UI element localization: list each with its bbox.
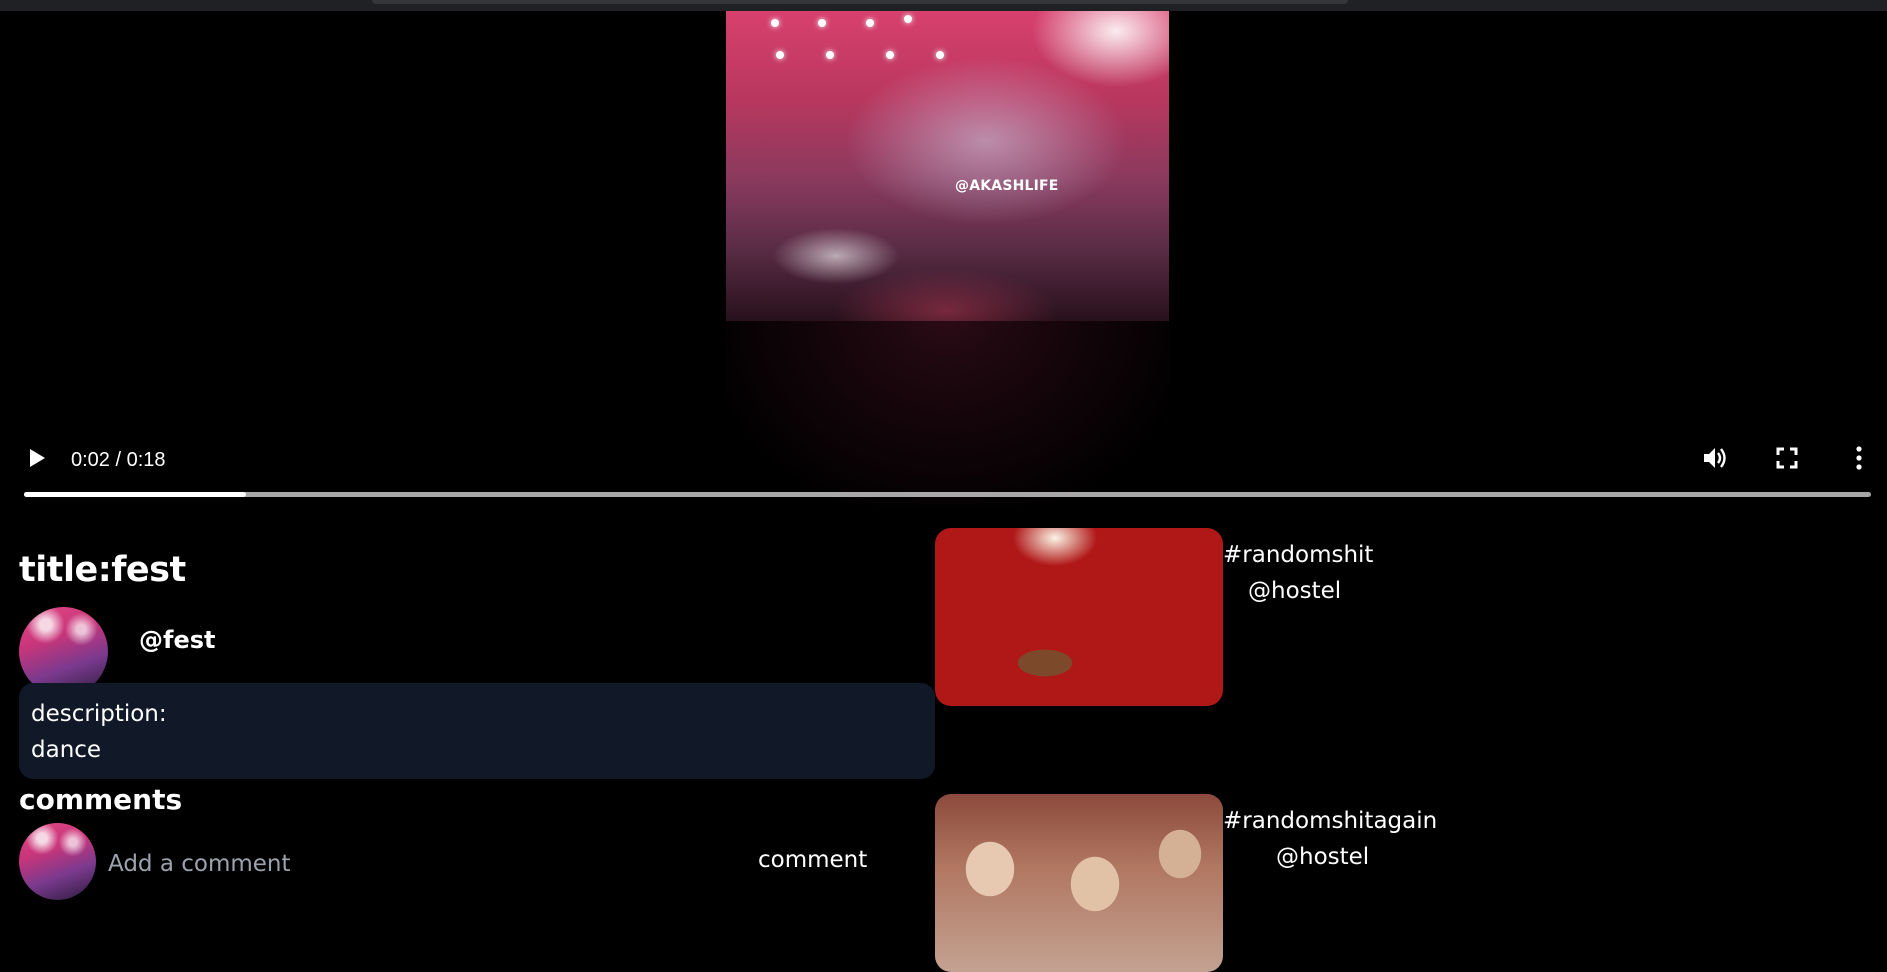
recommendation-thumbnail[interactable] bbox=[935, 794, 1223, 972]
recommendation-thumbnail[interactable] bbox=[935, 528, 1223, 706]
player-controls: 0:02 / 0:18 bbox=[0, 443, 1887, 473]
description-text: dance bbox=[31, 737, 102, 763]
progress-bar[interactable] bbox=[24, 492, 1871, 497]
video-watermark: @AKASHLIFE bbox=[955, 178, 1059, 194]
comment-submit-button[interactable]: comment bbox=[758, 847, 867, 873]
progress-fill bbox=[24, 492, 246, 497]
more-options-icon bbox=[1856, 446, 1862, 470]
volume-button[interactable] bbox=[1700, 443, 1730, 473]
recommendation-channel[interactable]: @hostel bbox=[1276, 844, 1369, 870]
stage-light bbox=[904, 15, 912, 23]
video-title: title:fest bbox=[19, 550, 186, 590]
comment-user-avatar bbox=[19, 823, 96, 900]
volume-icon bbox=[1704, 448, 1726, 468]
recommendations: #randomshit @hostel #randomshitagain @ho… bbox=[935, 528, 1887, 972]
time-display: 0:02 / 0:18 bbox=[71, 449, 166, 471]
stage-light bbox=[936, 51, 944, 59]
stage-light bbox=[866, 19, 874, 27]
comments-heading: comments bbox=[19, 783, 183, 816]
stage-light bbox=[818, 19, 826, 27]
play-icon bbox=[30, 449, 45, 467]
comment-input[interactable] bbox=[106, 846, 630, 882]
description-label: description: bbox=[31, 701, 167, 727]
description-box: description: dance bbox=[19, 683, 935, 779]
more-options-button[interactable] bbox=[1844, 443, 1874, 473]
stage-light bbox=[776, 51, 784, 59]
stage-light bbox=[771, 19, 779, 27]
stage-light bbox=[886, 51, 894, 59]
recommendation-channel[interactable]: @hostel bbox=[1248, 578, 1341, 604]
browser-top-bar bbox=[0, 0, 1887, 11]
channel-handle[interactable]: @fest bbox=[139, 626, 215, 654]
fullscreen-button[interactable] bbox=[1772, 443, 1802, 473]
recommendation-tag[interactable]: #randomshit bbox=[1223, 542, 1373, 568]
stage-light bbox=[826, 51, 834, 59]
play-button[interactable] bbox=[22, 443, 52, 473]
fullscreen-icon bbox=[1776, 447, 1798, 469]
video-frame[interactable]: @AKASHLIFE bbox=[726, 11, 1169, 505]
crowd bbox=[726, 321, 1169, 505]
recommendation-tag[interactable]: #randomshitagain bbox=[1223, 808, 1437, 834]
address-bar-edge bbox=[372, 0, 1348, 4]
video-player[interactable]: @AKASHLIFE 0:02 / 0:18 bbox=[0, 11, 1887, 505]
